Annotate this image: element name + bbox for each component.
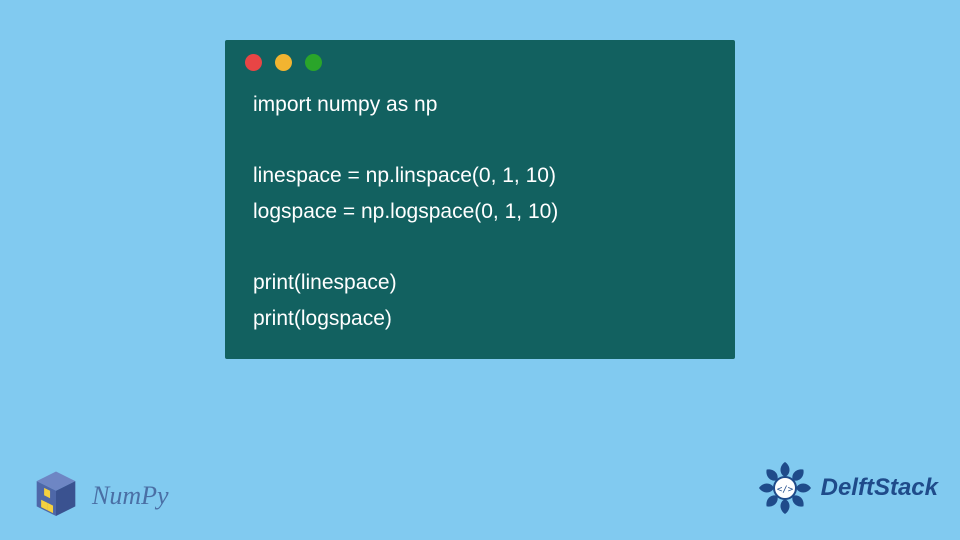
window-dot-maximize-icon — [305, 54, 322, 71]
delftstack-badge: </> DelftStack — [755, 458, 938, 518]
delftstack-logo-icon: </> — [755, 458, 815, 518]
numpy-logo-icon — [30, 470, 82, 522]
svg-text:</>: </> — [776, 485, 793, 495]
window-titlebar — [225, 40, 735, 81]
numpy-badge: NumPy — [30, 470, 169, 522]
code-block: import numpy as np linespace = np.linspa… — [225, 81, 735, 337]
window-dot-minimize-icon — [275, 54, 292, 71]
code-window: import numpy as np linespace = np.linspa… — [225, 40, 735, 359]
window-dot-close-icon — [245, 54, 262, 71]
delftstack-label: DelftStack — [821, 474, 938, 502]
numpy-label: NumPy — [92, 481, 169, 511]
